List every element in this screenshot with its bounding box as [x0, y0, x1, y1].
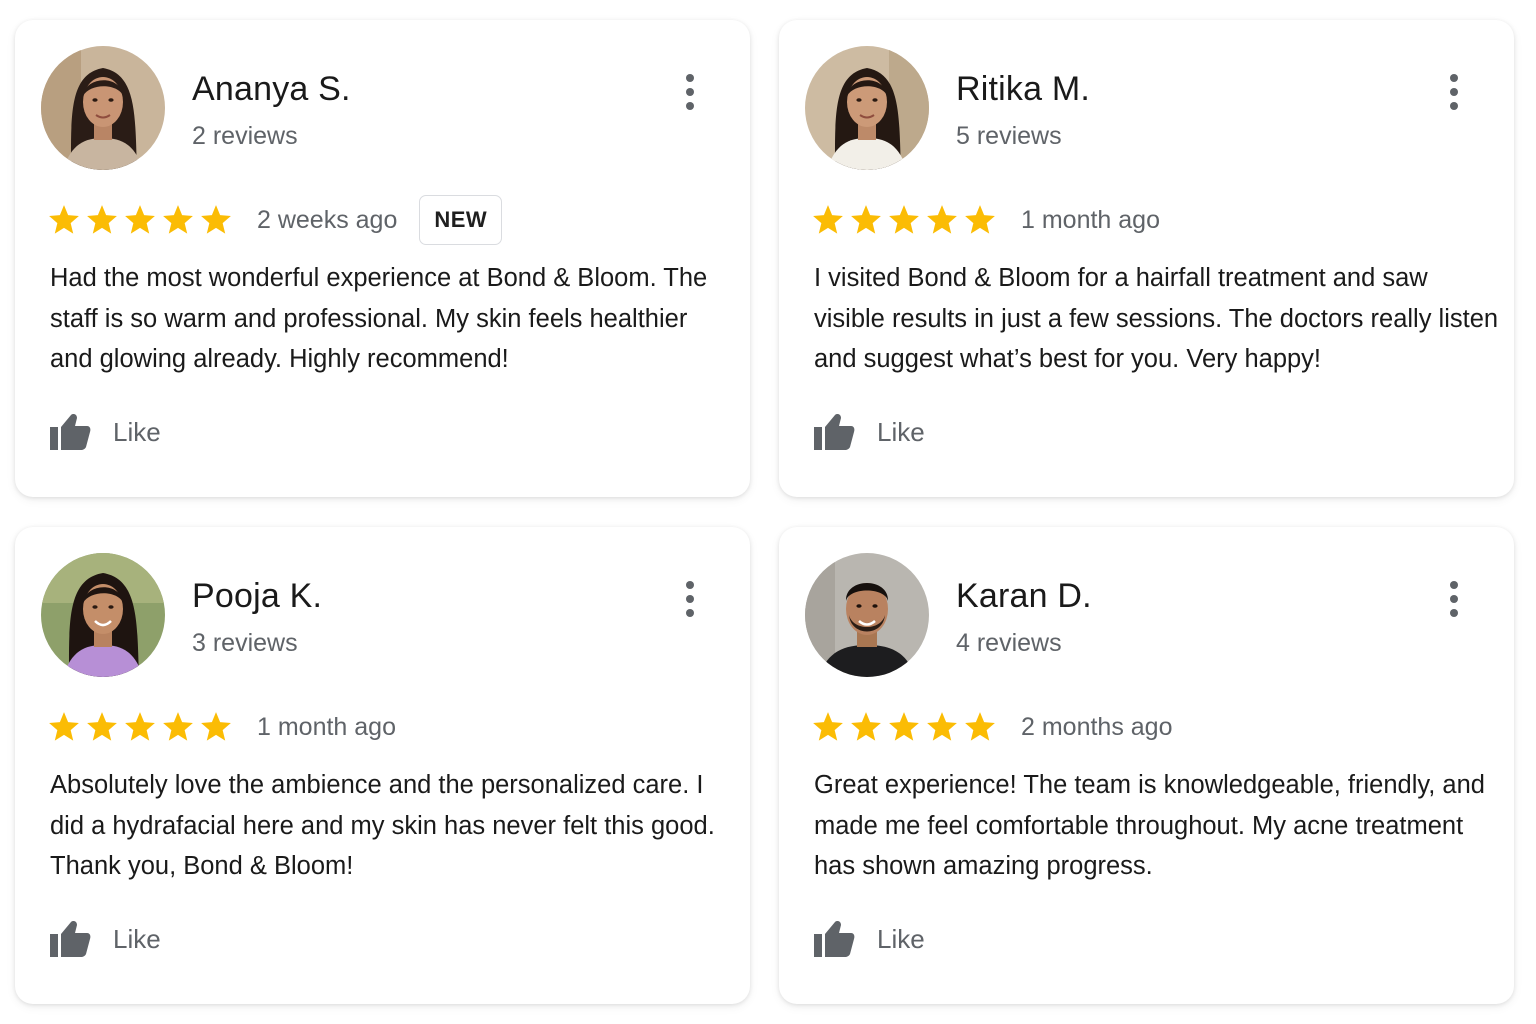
star-rating — [47, 710, 233, 744]
more-vert-icon[interactable] — [1442, 579, 1466, 619]
star-icon — [125, 205, 155, 234]
thumbs-up-icon — [814, 414, 855, 450]
star-icon — [889, 205, 919, 234]
reviews-grid: Ananya S. 2 reviews 2 weeks ago NEW Had … — [0, 0, 1536, 1024]
review-card: Karan D. 4 reviews 2 months ago Great ex… — [779, 527, 1514, 1004]
rating-row: 1 month ago — [47, 705, 396, 749]
review-time: 2 months ago — [1021, 712, 1173, 741]
review-text: Absolutely love the ambience and the per… — [50, 771, 715, 880]
star-icon — [87, 205, 117, 234]
star-icon — [87, 712, 117, 741]
star-icon — [201, 205, 231, 234]
star-icon — [813, 712, 843, 741]
new-badge: NEW — [419, 195, 503, 245]
review-time: 1 month ago — [257, 712, 396, 741]
avatar-photo — [805, 553, 929, 677]
review-text: Great experience! The team is knowledgea… — [814, 771, 1485, 880]
star-rating — [811, 203, 997, 237]
star-icon — [927, 205, 957, 234]
avatar-photo — [805, 46, 929, 170]
star-icon — [201, 712, 231, 741]
star-icon — [965, 205, 995, 234]
avatar[interactable] — [41, 553, 165, 677]
star-icon — [851, 712, 881, 741]
review-card: Ananya S. 2 reviews 2 weeks ago NEW Had … — [15, 20, 750, 497]
like-button[interactable]: Like — [49, 412, 161, 452]
star-icon — [163, 712, 193, 741]
star-icon — [49, 712, 79, 741]
avatar-photo — [41, 46, 165, 170]
star-rating — [47, 203, 233, 237]
review-count: 2 reviews — [192, 122, 298, 150]
like-label: Like — [113, 923, 161, 954]
review-time: 2 weeks ago — [257, 205, 398, 234]
like-button[interactable]: Like — [813, 919, 925, 959]
star-icon — [813, 205, 843, 234]
review-count: 3 reviews — [192, 629, 298, 657]
star-icon — [49, 205, 79, 234]
review-text: Had the most wonderful experience at Bon… — [50, 264, 708, 373]
like-label: Like — [877, 416, 925, 447]
rating-row: 2 weeks ago NEW — [47, 195, 503, 245]
more-vert-icon[interactable] — [678, 72, 702, 112]
review-count: 5 reviews — [956, 122, 1062, 150]
avatar[interactable] — [41, 46, 165, 170]
star-icon — [851, 205, 881, 234]
reviewer-name[interactable]: Karan D. — [956, 577, 1092, 616]
rating-row: 2 months ago — [811, 705, 1173, 749]
avatar-photo — [41, 553, 165, 677]
review-text: I visited Bond & Bloom for a hairfall tr… — [814, 264, 1499, 373]
star-icon — [125, 712, 155, 741]
star-icon — [163, 205, 193, 234]
star-icon — [927, 712, 957, 741]
review-count: 4 reviews — [956, 629, 1062, 657]
review-card: Ritika M. 5 reviews 1 month ago I visite… — [779, 20, 1514, 497]
thumbs-up-icon — [814, 921, 855, 957]
review-card: Pooja K. 3 reviews 1 month ago Absolutel… — [15, 527, 750, 1004]
thumbs-up-icon — [50, 414, 91, 450]
reviewer-name[interactable]: Pooja K. — [192, 577, 322, 616]
like-button[interactable]: Like — [813, 412, 925, 452]
avatar[interactable] — [805, 46, 929, 170]
star-icon — [889, 712, 919, 741]
rating-row: 1 month ago — [811, 198, 1160, 242]
avatar[interactable] — [805, 553, 929, 677]
reviewer-name[interactable]: Ananya S. — [192, 70, 351, 109]
more-vert-icon[interactable] — [678, 579, 702, 619]
thumbs-up-icon — [50, 921, 91, 957]
star-icon — [965, 712, 995, 741]
star-rating — [811, 710, 997, 744]
review-time: 1 month ago — [1021, 205, 1160, 234]
like-label: Like — [113, 416, 161, 447]
reviewer-name[interactable]: Ritika M. — [956, 70, 1090, 109]
like-label: Like — [877, 923, 925, 954]
like-button[interactable]: Like — [49, 919, 161, 959]
more-vert-icon[interactable] — [1442, 72, 1466, 112]
